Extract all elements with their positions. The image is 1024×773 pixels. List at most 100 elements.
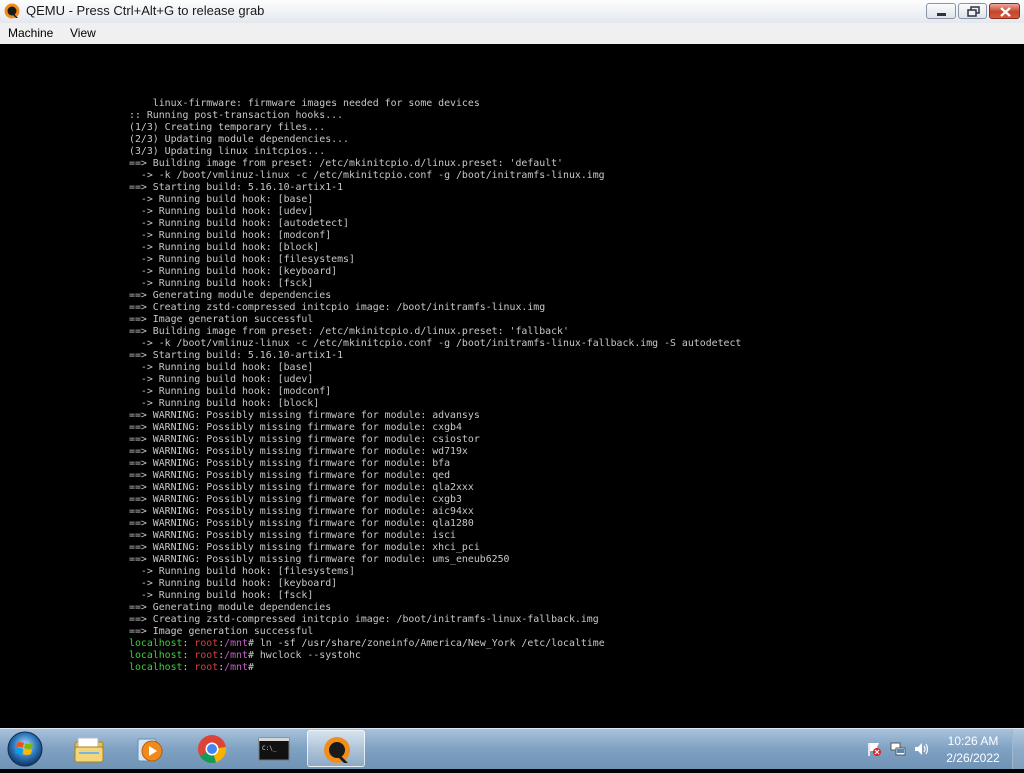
console-line: -> Running build hook: [fsck] xyxy=(129,278,314,289)
media-player-icon xyxy=(137,738,163,762)
prompt-host: localhost xyxy=(129,662,183,673)
start-button[interactable] xyxy=(4,730,46,768)
console-line: ==> WARNING: Possibly missing firmware f… xyxy=(129,410,480,421)
console-line: -> Running build hook: [fsck] xyxy=(129,590,314,601)
console-line: -> Running build hook: [modconf] xyxy=(129,230,332,241)
console-line: ==> Image generation successful xyxy=(129,626,314,637)
console-line: ==> WARNING: Possibly missing firmware f… xyxy=(129,422,462,433)
menu-bar: Machine View xyxy=(0,23,1024,44)
console-line: :: Running post-transaction hooks... xyxy=(129,110,344,121)
prompt-dir: /mnt xyxy=(224,638,248,649)
command-text: hwclock --systohc xyxy=(259,650,361,661)
qemu-icon xyxy=(4,3,20,19)
window-titlebar[interactable]: QEMU - Press Ctrl+Alt+G to release grab xyxy=(0,0,1024,24)
prompt-user: root xyxy=(194,650,219,661)
console-line: -> Running build hook: [keyboard] xyxy=(129,578,338,589)
console-line: -> Running build hook: [filesystems] xyxy=(129,566,355,577)
console-line: -> Running build hook: [base] xyxy=(129,362,314,373)
console-line: -> -k /boot/vmlinuz-linux -c /etc/mkinit… xyxy=(129,338,742,349)
console-line: ==> Starting build: 5.16.10-artix1-1 xyxy=(129,350,344,361)
console-line: -> -k /boot/vmlinuz-linux -c /etc/mkinit… xyxy=(129,170,605,181)
svg-text:C:\_: C:\_ xyxy=(262,745,277,752)
console-line: -> Running build hook: [udev] xyxy=(129,374,314,385)
command-text: ln -sf /usr/share/zoneinfo/America/New_Y… xyxy=(259,638,605,649)
console-line: ==> WARNING: Possibly missing firmware f… xyxy=(129,446,468,457)
taskbar-chrome-button[interactable] xyxy=(183,730,241,767)
console-output: linux-firmware: firmware images needed f… xyxy=(129,98,741,674)
prompt-separator: : xyxy=(182,662,189,673)
console-line: (2/3) Updating module dependencies... xyxy=(129,134,349,145)
windows-start-icon xyxy=(7,731,43,767)
console-line: ==> Starting build: 5.16.10-artix1-1 xyxy=(129,182,344,193)
console-line: ==> WARNING: Possibly missing firmware f… xyxy=(129,494,462,505)
prompt-separator: : xyxy=(182,650,189,661)
taskbar: C:\_ 10:26 AM 2/26/2022 xyxy=(0,728,1024,769)
console-line: ==> WARNING: Possibly missing firmware f… xyxy=(129,434,480,445)
system-tray: 10:26 AM 2/26/2022 xyxy=(862,729,1024,769)
taskbar-qemu-button[interactable] xyxy=(307,730,365,767)
chrome-icon xyxy=(198,735,227,763)
minimize-button[interactable] xyxy=(926,3,956,19)
prompt-separator: : xyxy=(182,638,189,649)
console-line: (1/3) Creating temporary files... xyxy=(129,122,326,133)
prompt-host: localhost xyxy=(129,650,183,661)
close-button[interactable] xyxy=(989,3,1020,19)
console-line: -> Running build hook: [modconf] xyxy=(129,386,332,397)
prompt-line: localhost: root:/mnt# xyxy=(129,662,741,674)
minimize-icon xyxy=(937,13,946,16)
console-line: -> Running build hook: [filesystems] xyxy=(129,254,355,265)
clock-time[interactable]: 10:26 AM xyxy=(942,734,1004,748)
console-line: ==> Generating module dependencies xyxy=(129,602,332,613)
prompt-dir: /mnt xyxy=(224,650,248,661)
cmd-icon: C:\_ xyxy=(258,737,290,761)
prompt-symbol: # xyxy=(247,638,254,649)
prompt-host: localhost xyxy=(129,638,183,649)
taskbar-cmd-button[interactable]: C:\_ xyxy=(245,730,303,767)
prompt-user: root xyxy=(194,662,219,673)
prompt-dir: /mnt xyxy=(224,662,248,673)
console-line: -> Running build hook: [udev] xyxy=(129,206,314,217)
console-line: ==> WARNING: Possibly missing firmware f… xyxy=(129,506,474,517)
console-line: linux-firmware: firmware images needed f… xyxy=(129,98,480,109)
taskbar-media-player-button[interactable] xyxy=(121,730,179,767)
console-line: ==> WARNING: Possibly missing firmware f… xyxy=(129,518,474,529)
close-icon xyxy=(1000,7,1011,17)
prompt-user: root xyxy=(194,638,219,649)
console-line: ==> Image generation successful xyxy=(129,314,314,325)
console-line: (3/3) Updating linux initcpios... xyxy=(129,146,326,157)
console-line: -> Running build hook: [base] xyxy=(129,194,314,205)
console-line: ==> Building image from preset: /etc/mki… xyxy=(129,326,569,337)
prompt-symbol: # xyxy=(247,650,254,661)
window-title: QEMU - Press Ctrl+Alt+G to release grab xyxy=(26,3,265,18)
clock-date[interactable]: 2/26/2022 xyxy=(942,751,1004,765)
console-line: ==> WARNING: Possibly missing firmware f… xyxy=(129,470,451,481)
restore-icon xyxy=(967,6,980,17)
volume-icon[interactable] xyxy=(914,741,930,757)
console-line: ==> Creating zstd-compressed initcpio im… xyxy=(129,614,599,625)
console-line: -> Running build hook: [autodetect] xyxy=(129,218,349,229)
explorer-icon xyxy=(74,737,104,763)
console-line: ==> WARNING: Possibly missing firmware f… xyxy=(129,542,480,553)
console-line: ==> Generating module dependencies xyxy=(129,290,332,301)
qemu-icon xyxy=(324,737,350,763)
restore-button[interactable] xyxy=(958,3,987,19)
action-center-flag-icon[interactable] xyxy=(866,741,882,757)
console-line: ==> Creating zstd-compressed initcpio im… xyxy=(129,302,546,313)
vm-console[interactable]: linux-firmware: firmware images needed f… xyxy=(0,44,1024,728)
console-line: ==> WARNING: Possibly missing firmware f… xyxy=(129,530,456,541)
menu-view[interactable]: View xyxy=(70,26,96,40)
console-line: -> Running build hook: [block] xyxy=(129,242,320,253)
show-desktop-button[interactable] xyxy=(1012,729,1024,769)
prompt-line: localhost: root:/mnt# hwclock --systohc xyxy=(129,650,741,662)
console-line: ==> WARNING: Possibly missing firmware f… xyxy=(129,482,474,493)
prompt-line: localhost: root:/mnt# ln -sf /usr/share/… xyxy=(129,638,741,650)
console-line: ==> Building image from preset: /etc/mki… xyxy=(129,158,564,169)
console-line: ==> WARNING: Possibly missing firmware f… xyxy=(129,458,451,469)
taskbar-explorer-button[interactable] xyxy=(60,730,118,767)
prompt-symbol: # xyxy=(247,662,254,673)
network-icon[interactable] xyxy=(890,741,906,757)
console-line: -> Running build hook: [block] xyxy=(129,398,320,409)
console-line: -> Running build hook: [keyboard] xyxy=(129,266,338,277)
menu-machine[interactable]: Machine xyxy=(8,26,53,40)
console-line: ==> WARNING: Possibly missing firmware f… xyxy=(129,554,510,565)
